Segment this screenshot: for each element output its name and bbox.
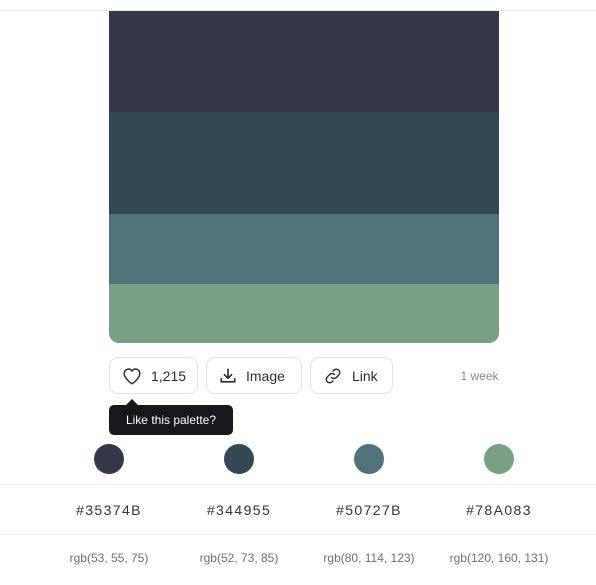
rgb-code-1[interactable]: rgb(53, 55, 75) [39,551,179,565]
rgb-code-4[interactable]: rgb(120, 160, 131) [429,551,569,565]
hex-code-3[interactable]: #50727B [304,502,434,518]
like-button[interactable]: 1,215 [109,357,198,394]
like-tooltip: Like this palette? [109,399,233,435]
tooltip-text: Like this palette? [125,413,217,427]
rgb-code-2[interactable]: rgb(52, 73, 85) [169,551,309,565]
swatch-2[interactable] [109,112,499,214]
row-divider [0,534,596,535]
download-icon [219,367,237,385]
rgb-code-3[interactable]: rgb(80, 114, 123) [299,551,439,565]
hex-code-4[interactable]: #78A083 [434,502,564,518]
color-dot-2[interactable] [224,444,254,474]
link-icon [323,367,343,385]
link-button-label: Link [352,367,378,384]
row-divider [0,484,596,485]
time-ago: 1 week [460,369,499,383]
swatch-1[interactable] [109,11,499,112]
color-dot-4[interactable] [484,444,514,474]
image-button-label: Image [246,367,285,384]
heart-icon [122,367,142,385]
swatch-3[interactable] [109,214,499,284]
color-dot-3[interactable] [354,444,384,474]
hex-code-1[interactable]: #35374B [44,502,174,518]
copy-link-button[interactable]: Link [310,357,393,394]
hex-code-2[interactable]: #344955 [174,502,304,518]
swatch-4[interactable] [109,284,499,343]
like-count: 1,215 [151,367,187,384]
download-image-button[interactable]: Image [206,357,302,394]
color-dot-1[interactable] [94,444,124,474]
palette-preview[interactable] [109,11,499,343]
